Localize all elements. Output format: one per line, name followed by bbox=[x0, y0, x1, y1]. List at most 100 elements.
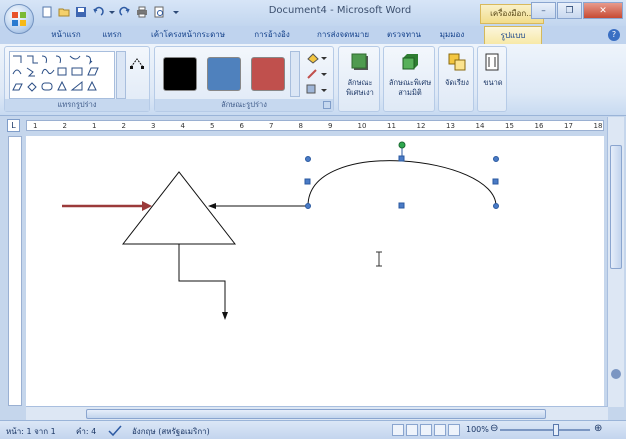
web-layout-icon[interactable] bbox=[420, 424, 432, 436]
document-page[interactable] bbox=[26, 136, 604, 406]
ruler-number: 6 bbox=[239, 122, 244, 130]
elbow-connector[interactable] bbox=[178, 244, 228, 320]
arc-shape[interactable] bbox=[307, 160, 497, 207]
title-bar: Document4 - Microsoft Word เครื่องมือก..… bbox=[0, 0, 626, 26]
word-count[interactable]: คำ: 4 bbox=[76, 425, 96, 438]
zoom-slider-thumb[interactable] bbox=[553, 424, 559, 436]
red-arrow-shape[interactable] bbox=[62, 201, 152, 211]
print-layout-view-icon[interactable] bbox=[392, 424, 404, 436]
shape-fill-icon[interactable] bbox=[305, 51, 327, 65]
language[interactable]: อังกฤษ (สหรัฐอเมริกา) bbox=[132, 425, 210, 438]
tab-page-layout[interactable]: เค้าโครงหน้ากระดาษ bbox=[138, 26, 238, 44]
3d-effects-icon bbox=[402, 54, 418, 70]
3d-effects-group: ลักษณะพิเศษ สามมิติ bbox=[383, 46, 435, 112]
office-logo-icon bbox=[12, 12, 26, 26]
shapes-gallery-scroll[interactable] bbox=[116, 51, 126, 99]
tab-view[interactable]: มุมมอง bbox=[430, 26, 474, 44]
shape-styles-launcher-icon[interactable] bbox=[323, 101, 331, 109]
shape-styles-label: ลักษณะรูปร่าง bbox=[155, 99, 333, 111]
connector-arrow[interactable] bbox=[208, 203, 308, 209]
redo-icon[interactable] bbox=[118, 5, 132, 19]
ruler-number: 2 bbox=[121, 122, 126, 130]
shadow-effects-label-2: พิเศษเงา bbox=[346, 88, 374, 97]
ruler-number: 11 bbox=[387, 122, 396, 130]
minimize-button[interactable]: – bbox=[531, 2, 556, 19]
zoom-in-icon[interactable]: ⊕ bbox=[594, 423, 602, 434]
horizontal-scrollbar[interactable] bbox=[26, 406, 608, 420]
shadow-effects-group: ลักษณะ พิเศษเงา bbox=[338, 46, 380, 112]
tab-insert[interactable]: แทรก bbox=[92, 26, 132, 44]
ruler-strip[interactable]: 1 2 1 2 3 4 5 6 7 8 9 10 11 12 13 14 15 16 17 18 bbox=[26, 120, 604, 131]
tab-home[interactable]: หน้าแรก bbox=[42, 26, 90, 44]
draft-view-icon[interactable] bbox=[448, 424, 460, 436]
size-icon bbox=[485, 53, 499, 71]
vertical-ruler bbox=[8, 136, 22, 406]
ruler-number: 10 bbox=[357, 122, 367, 130]
rotate-handle[interactable] bbox=[398, 141, 406, 156]
print-preview-icon[interactable] bbox=[152, 5, 166, 19]
tab-format[interactable]: รูปแบบ bbox=[484, 26, 542, 44]
selection-handles[interactable] bbox=[304, 155, 499, 209]
triangle-shape[interactable] bbox=[121, 171, 237, 245]
text-cursor-icon bbox=[376, 251, 382, 267]
ribbon: แทรกรูปร่าง ลักษณะรูปร่าง ลักษณะ พิเศษเง… bbox=[0, 44, 626, 116]
shape-style-black[interactable] bbox=[163, 57, 197, 91]
ruler-number: 14 bbox=[475, 122, 485, 130]
shapes-gallery[interactable] bbox=[9, 51, 115, 99]
3d-effects-label-1: ลักษณะพิเศษ bbox=[388, 78, 432, 87]
shadow-effects-button[interactable]: ลักษณะ พิเศษเงา bbox=[341, 51, 379, 101]
proofing-icon[interactable] bbox=[108, 425, 122, 439]
zoom-slider[interactable] bbox=[500, 429, 590, 431]
shape-outline-icon[interactable] bbox=[305, 67, 327, 81]
insert-shapes-group: แทรกรูปร่าง bbox=[4, 46, 150, 112]
size-label: ขนาด bbox=[483, 78, 503, 87]
shape-style-blue[interactable] bbox=[207, 57, 241, 91]
arrange-icon bbox=[448, 53, 466, 71]
tab-references[interactable]: การอ้างอิง bbox=[240, 26, 304, 44]
edit-shape-icon[interactable] bbox=[129, 55, 147, 73]
ruler-number: 1 bbox=[92, 122, 97, 130]
ruler-number: 15 bbox=[505, 122, 514, 130]
save-icon[interactable] bbox=[74, 5, 88, 19]
shape-styles-scroll[interactable] bbox=[290, 51, 300, 97]
vertical-scroll-thumb[interactable] bbox=[610, 145, 622, 269]
arrange-button[interactable]: จัดเรียง bbox=[441, 51, 473, 101]
help-icon[interactable]: ? bbox=[608, 29, 620, 41]
ruler-number: 3 bbox=[151, 122, 156, 130]
maximize-button[interactable]: ❐ bbox=[557, 2, 582, 19]
change-shape-icon[interactable] bbox=[305, 83, 327, 97]
print-icon[interactable] bbox=[135, 5, 149, 19]
browse-object-icon[interactable] bbox=[611, 369, 621, 379]
ruler-number: 18 bbox=[593, 122, 603, 130]
zoom-level[interactable]: 100% bbox=[466, 425, 489, 434]
tab-review[interactable]: ตรวจทาน bbox=[380, 26, 428, 44]
tab-selector[interactable]: L bbox=[7, 119, 20, 132]
insert-shapes-label: แทรกรูปร่าง bbox=[5, 99, 149, 111]
horizontal-scroll-thumb[interactable] bbox=[86, 409, 546, 419]
vertical-scrollbar[interactable] bbox=[607, 117, 624, 407]
full-screen-reading-icon[interactable] bbox=[406, 424, 418, 436]
shape-style-red[interactable] bbox=[251, 57, 285, 91]
undo-icon[interactable] bbox=[91, 5, 105, 19]
shape-styles-group: ลักษณะรูปร่าง bbox=[154, 46, 334, 112]
size-button[interactable]: ขนาด bbox=[479, 51, 507, 101]
shadow-effects-icon bbox=[351, 53, 368, 70]
shapes-gallery-icons bbox=[12, 55, 99, 92]
tab-mailings[interactable]: การส่งจดหมาย bbox=[306, 26, 380, 44]
ruler-number: 4 bbox=[180, 122, 185, 130]
customize-toolbar-icon[interactable] bbox=[169, 5, 183, 19]
new-document-icon[interactable] bbox=[40, 5, 54, 19]
drawing-canvas bbox=[62, 141, 499, 320]
ruler-number: 7 bbox=[269, 122, 274, 130]
undo-dropdown-icon[interactable] bbox=[108, 5, 115, 19]
zoom-out-icon[interactable]: ⊖ bbox=[490, 423, 498, 434]
outline-view-icon[interactable] bbox=[434, 424, 446, 436]
window-controls: – ❐ ✕ bbox=[531, 2, 623, 19]
close-button[interactable]: ✕ bbox=[583, 2, 623, 19]
office-button[interactable] bbox=[4, 4, 34, 34]
ruler-number: 8 bbox=[298, 122, 303, 130]
3d-effects-button[interactable]: ลักษณะพิเศษ สามมิติ bbox=[386, 51, 434, 101]
page-count[interactable]: หน้า: 1 จาก 1 bbox=[6, 425, 56, 438]
open-folder-icon[interactable] bbox=[57, 5, 71, 19]
arrange-group: จัดเรียง bbox=[438, 46, 474, 112]
